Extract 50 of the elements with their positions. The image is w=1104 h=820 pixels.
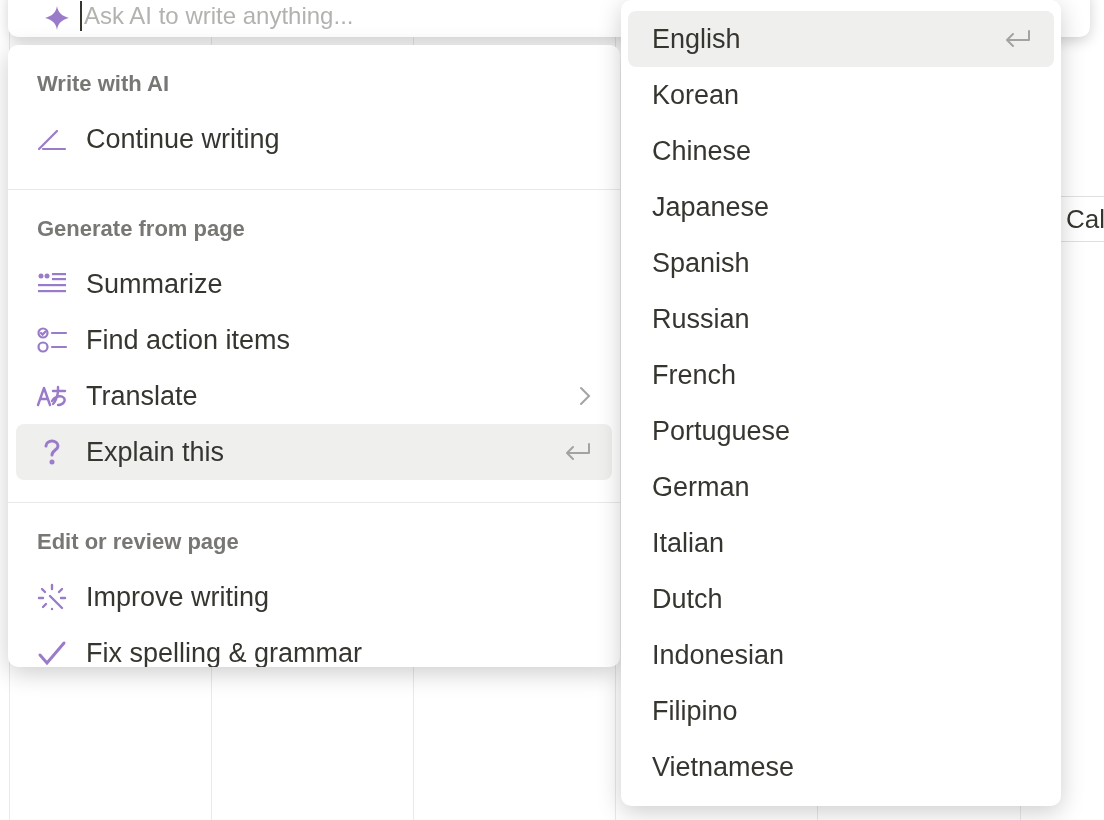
language-item[interactable]: Portuguese [628, 403, 1054, 459]
language-item[interactable]: German [628, 459, 1054, 515]
language-label: Chinese [652, 134, 752, 168]
language-item[interactable]: Spanish [628, 235, 1054, 291]
menu-item[interactable]: Fix spelling & grammar [16, 625, 612, 667]
language-label: French [652, 358, 737, 392]
language-item[interactable]: Chinese [628, 123, 1054, 179]
language-label: Indonesian [652, 638, 785, 672]
language-item[interactable]: English [628, 11, 1054, 67]
language-item[interactable]: Dutch [628, 571, 1054, 627]
language-item[interactable]: Korean [628, 67, 1054, 123]
language-label: German [652, 470, 750, 504]
menu-item[interactable]: Find action items [16, 312, 612, 368]
language-label: Russian [652, 302, 750, 336]
section-title: Edit or review page [36, 528, 240, 556]
enter-key-icon [1004, 28, 1032, 50]
language-item[interactable]: French [628, 347, 1054, 403]
language-label: Japanese [652, 190, 770, 224]
language-label: Filipino [652, 694, 738, 728]
language-item[interactable]: Japanese [628, 179, 1054, 235]
menu-item-label: Fix spelling & grammar [86, 636, 364, 667]
language-item[interactable]: Russian [628, 291, 1054, 347]
magic-wand-icon [36, 583, 68, 611]
language-label: Dutch [652, 582, 723, 616]
language-label: Italian [652, 526, 725, 560]
section-title: Write with AI [36, 70, 170, 98]
menu-item-label: Explain this [86, 435, 226, 469]
checkmark-icon [36, 639, 68, 667]
menu-item[interactable]: Explain this [16, 424, 612, 480]
language-label: Spanish [652, 246, 750, 280]
enter-key-icon [564, 441, 592, 463]
menu-item[interactable]: Improve writing [16, 569, 612, 625]
language-item[interactable]: Italian [628, 515, 1054, 571]
menu-item[interactable]: Continue writing [16, 111, 612, 167]
language-item[interactable]: Filipino [628, 683, 1054, 739]
language-label: Korean [652, 78, 740, 112]
language-label: Portuguese [652, 414, 791, 448]
language-label: Vietnamese [652, 750, 795, 784]
menu-item-label: Improve writing [86, 580, 271, 614]
section-title: Generate from page [36, 215, 246, 243]
sparkle-icon [44, 5, 70, 31]
language-item[interactable]: Indonesian [628, 627, 1054, 683]
menu-item[interactable]: Summarize [16, 256, 612, 312]
menu-item-label: Find action items [86, 323, 292, 357]
menu-item-label: Continue writing [86, 122, 281, 156]
menu-item[interactable]: Translate [16, 368, 612, 424]
menu-item-label: Translate [86, 379, 199, 413]
language-item[interactable]: Vietnamese [628, 739, 1054, 795]
checklist-icon [36, 326, 68, 354]
menu-item-label: Summarize [86, 267, 224, 301]
